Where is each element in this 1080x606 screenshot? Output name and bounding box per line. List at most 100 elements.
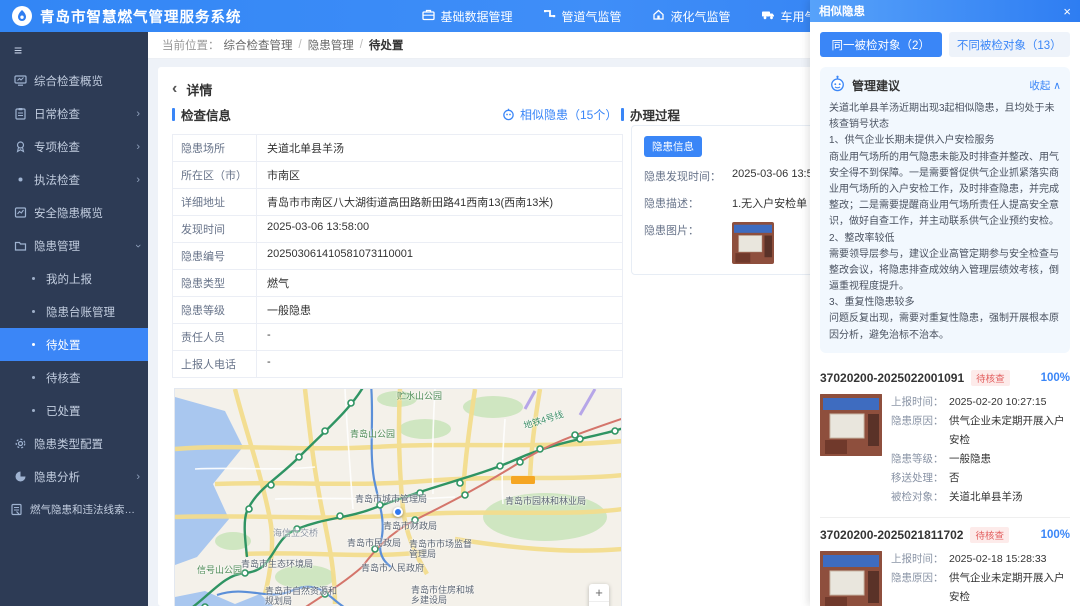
zoom-in-button[interactable]: + <box>589 584 609 602</box>
field-label: 隐患原因： <box>891 412 949 450</box>
tab-different-object[interactable]: 不同被检对象（13） <box>949 32 1071 57</box>
sidebar-item-hazard-analysis[interactable]: 隐患分析 › <box>0 460 148 493</box>
field-label: 上报时间： <box>891 550 949 569</box>
back-button[interactable]: ‹ <box>172 81 177 97</box>
match-percentage: 100% <box>1041 529 1070 541</box>
field-value: 否 <box>949 469 960 488</box>
chevron-right-icon: › <box>136 174 140 186</box>
breadcrumb-prefix: 当前位置： <box>162 37 220 53</box>
nav-pipeline-gas[interactable]: 管道气监管 <box>543 8 622 25</box>
field-label: 被检对象： <box>891 488 949 507</box>
document-icon <box>9 503 23 517</box>
zoom-out-button[interactable]: − <box>589 602 609 606</box>
app-title: 青岛市智慧燃气管理服务系统 <box>40 6 242 27</box>
sidebar-item-overview[interactable]: 综合检查概览 <box>0 64 148 97</box>
sidebar-item-label: 隐患分析 <box>34 469 129 485</box>
table-row: 所在区（市）市南区 <box>173 162 622 189</box>
close-icon[interactable]: × <box>1063 5 1071 18</box>
similar-hazard-icon <box>502 108 515 121</box>
table-row: 隐患编号202503061410581073110001 <box>173 243 622 270</box>
field-value: 供气企业未定期开展入户安检 <box>949 412 1070 450</box>
bullet-icon <box>32 409 35 412</box>
sidebar-item-hazard-management[interactable]: 隐患管理 › <box>0 229 148 262</box>
row-label: 发现时间 <box>173 216 257 242</box>
sidebar-item-label: 已处置 <box>46 403 140 419</box>
table-row: 发现时间2025-03-06 13:58:00 <box>173 216 622 243</box>
row-label: 隐患等级 <box>173 297 257 323</box>
hazard-photo[interactable] <box>820 393 882 457</box>
field-value: 供气企业未定期开展入户安检 <box>949 569 1070 606</box>
inspection-section-title: 检查信息 <box>172 105 231 124</box>
robot-icon <box>829 75 846 95</box>
nav-label: 基础数据管理 <box>441 8 513 25</box>
sidebar-item-hazard-ledger[interactable]: 隐患台账管理 <box>0 295 148 328</box>
sidebar-item-label: 我的上报 <box>46 271 140 287</box>
breadcrumb-item[interactable]: 综合检查管理 <box>224 37 293 53</box>
sidebar-item-safety-hazard-overview[interactable]: 安全隐患概览 <box>0 196 148 229</box>
row-label: 隐患类型 <box>173 270 257 296</box>
monitor-icon <box>13 74 27 88</box>
panel-header: 相似隐患 × <box>810 0 1080 22</box>
breadcrumb-item-current: 待处置 <box>369 37 404 53</box>
row-value: 青岛市市南区八大湖街道高田路新田路41西南13(西南13米) <box>257 189 622 215</box>
bullet-icon <box>13 173 27 187</box>
field-value: 一般隐患 <box>949 450 991 469</box>
hazard-info-badge: 隐患信息 <box>644 136 702 157</box>
flame-logo-icon <box>12 6 32 26</box>
row-label: 详细地址 <box>173 189 257 215</box>
map[interactable]: 贮水山公园 青岛山公园 地铁4号线 海信立交桥 青岛市城市管理局 青岛市财政局 … <box>174 388 622 606</box>
hazard-photo[interactable] <box>732 222 774 264</box>
row-value: 2025-03-06 13:58:00 <box>257 216 622 242</box>
tab-same-object[interactable]: 同一被检对象（2） <box>820 32 942 57</box>
field-value: 2025-02-18 15:28:33 <box>949 550 1047 569</box>
section-label: 检查信息 <box>181 105 231 124</box>
nav-basic-data[interactable]: 基础数据管理 <box>422 8 513 25</box>
row-value: - <box>257 351 622 377</box>
chevron-right-icon: › <box>136 108 140 120</box>
sidebar-item-label: 隐患台账管理 <box>46 304 140 320</box>
menu-collapse-icon[interactable]: ≡ <box>0 32 148 64</box>
hazard-photo[interactable] <box>820 550 882 606</box>
truck-icon <box>761 8 775 24</box>
similar-hazard-card[interactable]: 37020200-2025021811702 待核查 100% 上报时间：202… <box>820 517 1070 606</box>
sidebar-item-hazard-type-config[interactable]: 隐患类型配置 <box>0 427 148 460</box>
advice-line: 3、重复性隐患较多 <box>829 295 1061 311</box>
field-label: 上报时间： <box>891 393 949 412</box>
breadcrumb-item[interactable]: 隐患管理 <box>308 37 354 53</box>
pie-chart-icon <box>13 470 27 484</box>
bullet-icon <box>32 277 35 280</box>
collapse-link[interactable]: 收起 ∧ <box>1029 78 1061 93</box>
pipeline-icon <box>543 8 556 24</box>
bullet-icon <box>32 343 35 346</box>
field-value: 1.无入户安检单 <box>732 195 807 211</box>
sidebar-item-disposed[interactable]: 已处置 <box>0 394 148 427</box>
sidebar-item-pending-verification[interactable]: 待核查 <box>0 361 148 394</box>
field-label: 隐患发现时间： <box>644 168 732 184</box>
gear-icon <box>13 437 27 451</box>
sidebar-item-label: 日常检查 <box>34 106 129 122</box>
table-row: 隐患类型燃气 <box>173 270 622 297</box>
table-row: 责任人员- <box>173 324 622 351</box>
sidebar-item-my-reports[interactable]: 我的上报 <box>0 262 148 295</box>
clipboard-icon <box>13 107 27 121</box>
field-label: 隐患原因： <box>891 569 949 606</box>
advice-body: 关道北单县羊汤近期出现3起相似隐患，且均处于未核查销号状态 1、供气企业长期未提… <box>829 101 1061 344</box>
sidebar-item-daily-inspection[interactable]: 日常检查 › <box>0 97 148 130</box>
field-label: 移送处理： <box>891 469 949 488</box>
table-row: 详细地址青岛市市南区八大湖街道高田路新田路41西南13(西南13米) <box>173 189 622 216</box>
similar-hazard-card[interactable]: 37020200-2025022001091 待核查 100% 上报时间：202… <box>820 361 1070 517</box>
sidebar-item-pending-disposal[interactable]: 待处置 <box>0 328 148 361</box>
sidebar-item-gas-hazard-push[interactable]: 燃气隐患和违法线索推送 <box>0 493 148 526</box>
app-logo: 青岛市智慧燃气管理服务系统 <box>0 6 242 27</box>
nav-lpg[interactable]: 液化气监管 <box>652 8 731 25</box>
map-marker-pin[interactable] <box>393 507 403 517</box>
similar-hazards-link[interactable]: 相似隐患（15个） <box>502 106 617 123</box>
sidebar-item-law-inspection[interactable]: 执法检查 › <box>0 163 148 196</box>
field-value: 2025-02-20 10:27:15 <box>949 393 1047 412</box>
sidebar-item-label: 安全隐患概览 <box>34 205 140 221</box>
breadcrumb-separator: / <box>360 39 363 51</box>
row-label: 隐患编号 <box>173 243 257 269</box>
sidebar-item-special-inspection[interactable]: 专项检查 › <box>0 130 148 163</box>
advice-line: 2、整改率较低 <box>829 231 1061 247</box>
table-row: 隐患场所关道北单县羊汤 <box>173 135 622 162</box>
